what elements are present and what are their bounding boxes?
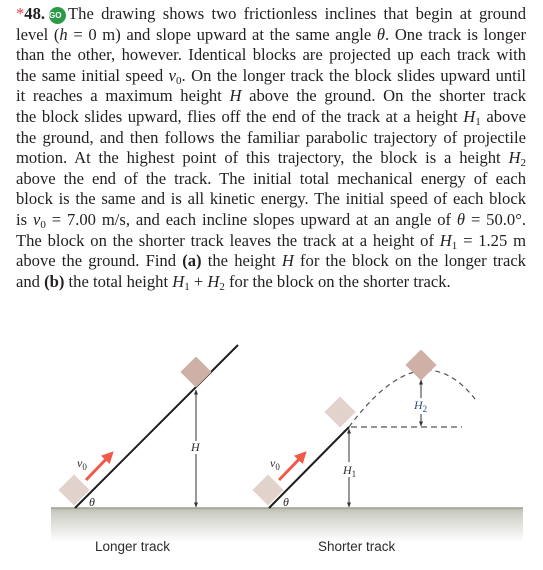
problem-line-9: above the end of the track. The initial … xyxy=(16,169,526,190)
block-start xyxy=(58,474,90,506)
problem-number: *48. xyxy=(16,4,45,23)
text: The block on the shorter track leaves th… xyxy=(16,230,440,250)
symbol-H: H xyxy=(207,271,220,291)
text: for the block on the shorter track. xyxy=(224,271,451,291)
text: above xyxy=(480,106,526,126)
symbol-H: H xyxy=(508,148,521,168)
symbol-H: H xyxy=(439,230,452,250)
text: the block slides upward, flies off the e… xyxy=(16,106,464,126)
subscript: 2 xyxy=(423,404,428,414)
text: above the ground. On the shorter track xyxy=(241,86,526,106)
block-apex xyxy=(405,349,437,381)
subscript: 1 xyxy=(352,469,357,479)
problem-line-12: The block on the shorter track leaves th… xyxy=(16,231,526,252)
text: is xyxy=(16,209,33,229)
parabolic-trajectory xyxy=(348,369,476,428)
text: the height xyxy=(201,251,282,271)
ground xyxy=(51,508,523,542)
text: + xyxy=(189,271,208,291)
text: = 1.25 m xyxy=(457,230,526,250)
theta-label: θ xyxy=(89,495,95,509)
text: the same initial speed xyxy=(16,65,169,85)
text: above the end of the track. The initial … xyxy=(16,168,526,188)
caption-longer-track: Longer track xyxy=(95,539,170,554)
problem-line-13: above the ground. Find (a) the height H … xyxy=(16,251,526,272)
text: above the ground. Find xyxy=(16,251,183,271)
text: = 0 m) and slope upward at the same angl… xyxy=(67,24,377,44)
text: . One track is longer xyxy=(385,24,527,44)
symbol-v: v xyxy=(168,65,177,85)
text: the total height xyxy=(64,271,173,291)
problem-line-8: motion. At the highest point of this tra… xyxy=(16,148,526,169)
part-a-label: (a) xyxy=(182,251,202,271)
text: . On the longer track the block slides u… xyxy=(181,65,526,85)
problem-number-text: 48. xyxy=(24,4,46,23)
subscript: 0 xyxy=(275,462,280,472)
text: and xyxy=(16,271,45,291)
problem-line-10: block is the same and is all kinetic ene… xyxy=(16,189,526,210)
text: The drawing shows two frictionless incli… xyxy=(68,4,526,23)
text: it reaches a maximum height xyxy=(16,86,230,106)
subscript: 0 xyxy=(82,462,87,472)
symbol-H: H xyxy=(463,106,476,126)
problem-line-3: than the other, however. Identical block… xyxy=(16,45,526,66)
text: level ( xyxy=(16,24,60,44)
incline-short xyxy=(268,426,350,509)
v0-label: v0 xyxy=(77,456,87,472)
part-b-label: (b) xyxy=(44,271,65,291)
subscript: 2 xyxy=(520,157,527,170)
problem-line-7: the ground, and then follows the familia… xyxy=(16,128,526,149)
problem-line-1: *48. GO The drawing shows two frictionless… xyxy=(16,4,526,25)
go-badge-icon[interactable]: GO xyxy=(49,7,67,24)
symbol-H: H xyxy=(229,86,242,106)
symbol-H: H xyxy=(281,251,294,271)
problem-text: *48. GO The drawing shows two frictionless… xyxy=(16,4,526,292)
symbol-H: H xyxy=(172,271,185,291)
text: = 7.00 m/s, and each incline slopes upwa… xyxy=(45,209,457,229)
text: motion. At the highest point of this tra… xyxy=(16,148,509,168)
figure-inclines: v0 θ H Longer track v0 θ H1 H2 Shorter t… xyxy=(51,344,523,554)
problem-line-6: the block slides upward, flies off the e… xyxy=(16,107,526,128)
block-at-end xyxy=(324,396,356,428)
problem-line-4: the same initial speed v0. On the longer… xyxy=(16,66,526,87)
text: the ground, and then follows the familia… xyxy=(16,127,526,147)
theta-label: θ xyxy=(283,495,289,509)
H-label: H xyxy=(190,440,201,454)
problem-line-2: level (h = 0 m) and slope upward at the … xyxy=(16,25,526,46)
text: block is the same and is all kinetic ene… xyxy=(16,189,526,209)
problem-line-11: is v0 = 7.00 m/s, and each incline slope… xyxy=(16,210,526,231)
text: = 50.0°. xyxy=(465,209,526,229)
v0-label: v0 xyxy=(270,456,280,472)
incline-long xyxy=(74,344,239,509)
symbol-theta: θ xyxy=(456,209,466,229)
caption-shorter-track: Shorter track xyxy=(318,539,396,554)
symbol-h: h xyxy=(59,24,68,44)
block-top xyxy=(180,356,212,388)
problem-line-14: and (b) the total height H1 + H2 for the… xyxy=(16,272,526,293)
text: than the other, however. Identical block… xyxy=(16,45,526,65)
problem-line-5: it reaches a maximum height H above the … xyxy=(16,86,526,107)
text: for the block on the longer track xyxy=(293,251,526,271)
symbol-theta: θ xyxy=(376,24,386,44)
